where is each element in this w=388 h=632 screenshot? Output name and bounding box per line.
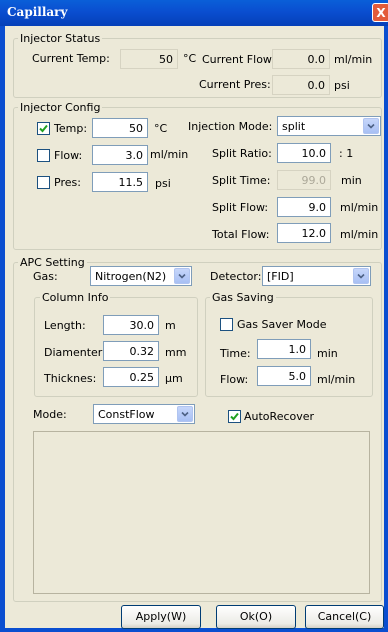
flow-checkbox[interactable] — [37, 149, 50, 162]
gas-saving-title: Gas Saving — [210, 291, 276, 304]
gas-saving-flow-unit: ml/min — [317, 373, 356, 386]
gas-select[interactable]: Nitrogen(N2) — [90, 266, 192, 286]
close-icon[interactable]: X — [372, 3, 388, 22]
check-icon — [39, 124, 48, 133]
flow-unit: ml/min — [150, 148, 189, 161]
current-flow-field: 0.0 — [272, 49, 330, 69]
temp-label: Temp: — [54, 122, 88, 135]
current-pres-field: 0.0 — [272, 75, 330, 95]
length-unit: m — [165, 319, 176, 332]
check-icon — [230, 412, 239, 421]
autorecover-label: AutoRecover — [244, 410, 315, 423]
apply-button[interactable]: Apply(W) — [121, 605, 201, 629]
current-temp-field: 50 — [120, 49, 178, 69]
current-temp-unit: °C — [183, 52, 197, 65]
gas-saving-time-input[interactable]: 1.0 — [257, 339, 311, 359]
current-flow-label: Current Flow: — [202, 53, 276, 66]
temp-checkbox[interactable] — [37, 122, 50, 135]
pres-unit: psi — [155, 177, 171, 190]
mode-label: Mode: — [33, 408, 67, 421]
cancel-button[interactable]: Cancel(C) — [305, 605, 384, 629]
thickness-unit: µm — [165, 372, 183, 385]
flow-input[interactable]: 3.0 — [92, 145, 148, 165]
injection-mode-value: split — [282, 120, 306, 133]
gas-saver-checkbox[interactable] — [220, 318, 233, 331]
apc-content-panel — [33, 431, 370, 594]
total-flow-input[interactable]: 12.0 — [277, 223, 331, 243]
length-input[interactable]: 30.0 — [103, 315, 159, 335]
chevron-down-icon[interactable] — [353, 268, 369, 284]
detector-label: Detector: — [210, 270, 262, 283]
ok-button[interactable]: Ok(O) — [216, 605, 296, 629]
injector-status-title: Injector Status — [18, 32, 103, 45]
current-pres-label: Current Pres: — [199, 78, 271, 91]
diameter-input[interactable]: 0.32 — [103, 341, 159, 361]
detector-value: [FID] — [267, 270, 294, 283]
total-flow-unit: ml/min — [340, 228, 379, 241]
chevron-down-icon[interactable] — [174, 268, 190, 284]
window-frame-left — [0, 26, 5, 632]
split-time-label: Split Time: — [212, 174, 271, 187]
split-ratio-label: Split Ratio: — [212, 147, 272, 160]
injection-mode-select[interactable]: split — [277, 116, 381, 136]
pres-input[interactable]: 11.5 — [92, 172, 148, 192]
gas-saving-flow-input[interactable]: 5.0 — [257, 366, 311, 386]
split-flow-label: Split Flow: — [212, 201, 269, 214]
temp-unit: °C — [154, 122, 168, 135]
total-flow-label: Total Flow: — [212, 228, 270, 241]
gas-saving-flow-label: Flow: — [220, 373, 249, 386]
current-flow-unit: ml/min — [334, 53, 373, 66]
detector-select[interactable]: [FID] — [262, 266, 371, 286]
gas-value: Nitrogen(N2) — [95, 270, 167, 283]
apc-setting-title: APC Setting — [18, 256, 87, 269]
current-pres-unit: psi — [334, 79, 350, 92]
diameter-unit: mm — [165, 346, 187, 359]
split-flow-unit: ml/min — [340, 201, 379, 214]
window-frame-right — [384, 26, 388, 632]
gas-saver-label: Gas Saver Mode — [237, 318, 327, 331]
thickness-input[interactable]: 0.25 — [103, 367, 159, 387]
chevron-down-icon[interactable] — [363, 118, 379, 134]
gas-saving-time-unit: min — [317, 347, 338, 360]
current-temp-label: Current Temp: — [32, 52, 110, 65]
flow-label: Flow: — [54, 149, 83, 162]
split-ratio-input[interactable]: 10.0 — [277, 143, 331, 163]
gas-label: Gas: — [33, 270, 58, 283]
column-info-title: Column Info — [40, 291, 111, 304]
mode-select[interactable]: ConstFlow — [93, 404, 195, 424]
split-time-unit: min — [341, 174, 362, 187]
autorecover-checkbox[interactable] — [228, 410, 241, 423]
length-label: Length: — [44, 319, 86, 332]
thickness-label: Thicknes: — [44, 372, 97, 385]
split-ratio-unit: : 1 — [339, 147, 354, 160]
split-time-input[interactable]: 99.0 — [277, 170, 331, 190]
pres-checkbox[interactable] — [37, 176, 50, 189]
chevron-down-icon[interactable] — [177, 406, 193, 422]
pres-label: Pres: — [54, 176, 81, 189]
gas-saving-time-label: Time: — [220, 347, 251, 360]
window-title: Capillary — [7, 5, 68, 19]
mode-value: ConstFlow — [98, 408, 155, 421]
injection-mode-label: Injection Mode: — [188, 120, 273, 133]
split-flow-input[interactable]: 9.0 — [277, 197, 331, 217]
diameter-label: Diamenter — [44, 346, 103, 359]
injector-config-title: Injector Config — [18, 101, 103, 114]
temp-input[interactable]: 50 — [92, 118, 148, 138]
